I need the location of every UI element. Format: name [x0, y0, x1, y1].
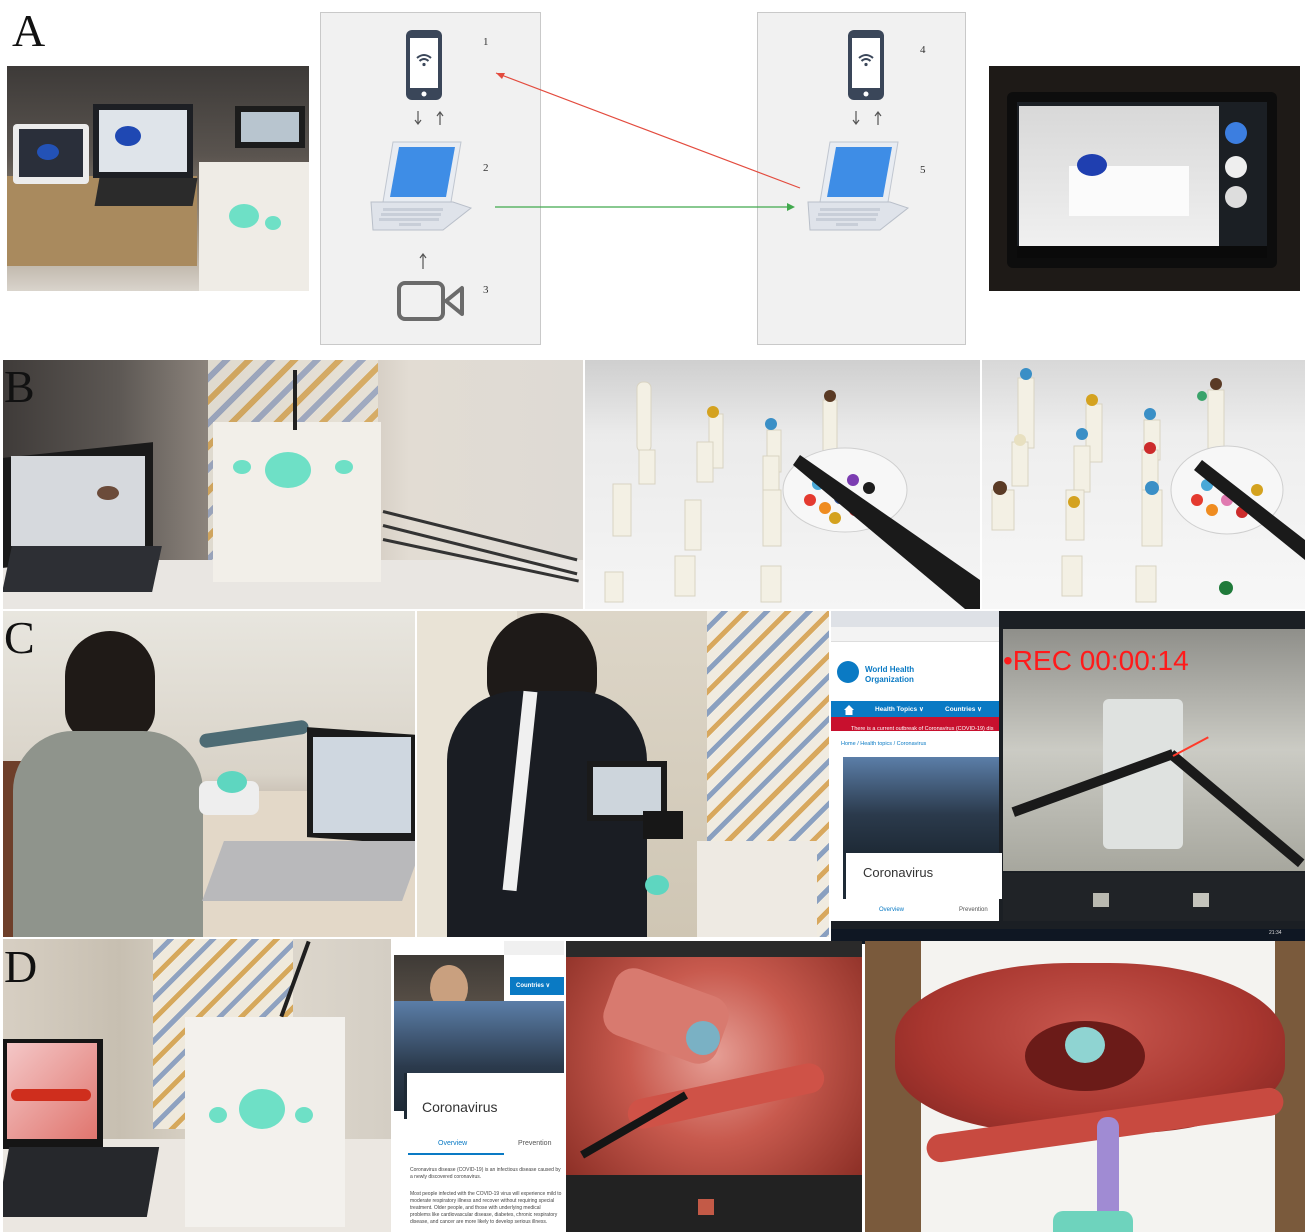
who-subtitle: Organization [865, 675, 914, 684]
home-icon[interactable] [843, 703, 855, 715]
screen-d-desktop: Countries ∨ Coronavirus Overview Prevent… [394, 941, 862, 1232]
outbreak-alert[interactable]: There is a current outbreak of Coronavir… [831, 717, 999, 731]
countries-menu[interactable]: Countries ∨ [510, 977, 564, 995]
browser-window: World Health Organization Health Topics … [831, 611, 1002, 921]
panel-letter-c: C [4, 612, 35, 663]
camera-window [566, 941, 862, 1232]
recording-indicator: •REC 00:00:14 [1003, 645, 1189, 676]
photo-b-trainer-setup [3, 360, 583, 609]
photo-d-liver-model [865, 941, 1305, 1232]
body-text-2: Most people infected with the COVID-19 v… [410, 1191, 562, 1225]
page-heading: Coronavirus [863, 865, 934, 880]
photo-c-trainee-desk [3, 611, 415, 937]
nav-health-topics[interactable]: Health Topics ∨ [875, 705, 924, 713]
photo-b-pegboard-2 [982, 360, 1305, 609]
photo-a-remote-laptop [989, 66, 1300, 291]
tab-prevention[interactable]: Prevention [959, 907, 988, 913]
tab-overview[interactable]: Overview [438, 1140, 467, 1147]
taskbar-clock: 21:34 [1269, 930, 1282, 936]
page-heading: Coronavirus [422, 1099, 498, 1115]
hero-photo [843, 757, 999, 853]
screen-c-desktop: World Health Organization Health Topics … [831, 611, 1305, 944]
body-text-1: Coronavirus disease (COVID-19) is an inf… [410, 1167, 561, 1180]
nav-countries[interactable]: Countries ∨ [945, 705, 982, 713]
tab-overview[interactable]: Overview [879, 907, 904, 913]
tab-prevention[interactable]: Prevention [518, 1140, 551, 1147]
panel-letter-b: B [4, 361, 35, 412]
photo-d-trainer-with-tablet [3, 939, 391, 1232]
camera-window: •REC 00:00:14 [1003, 629, 1305, 871]
panel-letter-d: D [4, 941, 38, 992]
photo-b-pegboard-1 [585, 360, 980, 609]
breadcrumb: Home / Health topics / Coronavirus [841, 741, 927, 747]
thumbnail-strip [1003, 873, 1305, 921]
photo-c-trainee-standing [417, 611, 829, 937]
who-title: World Health [865, 665, 915, 674]
